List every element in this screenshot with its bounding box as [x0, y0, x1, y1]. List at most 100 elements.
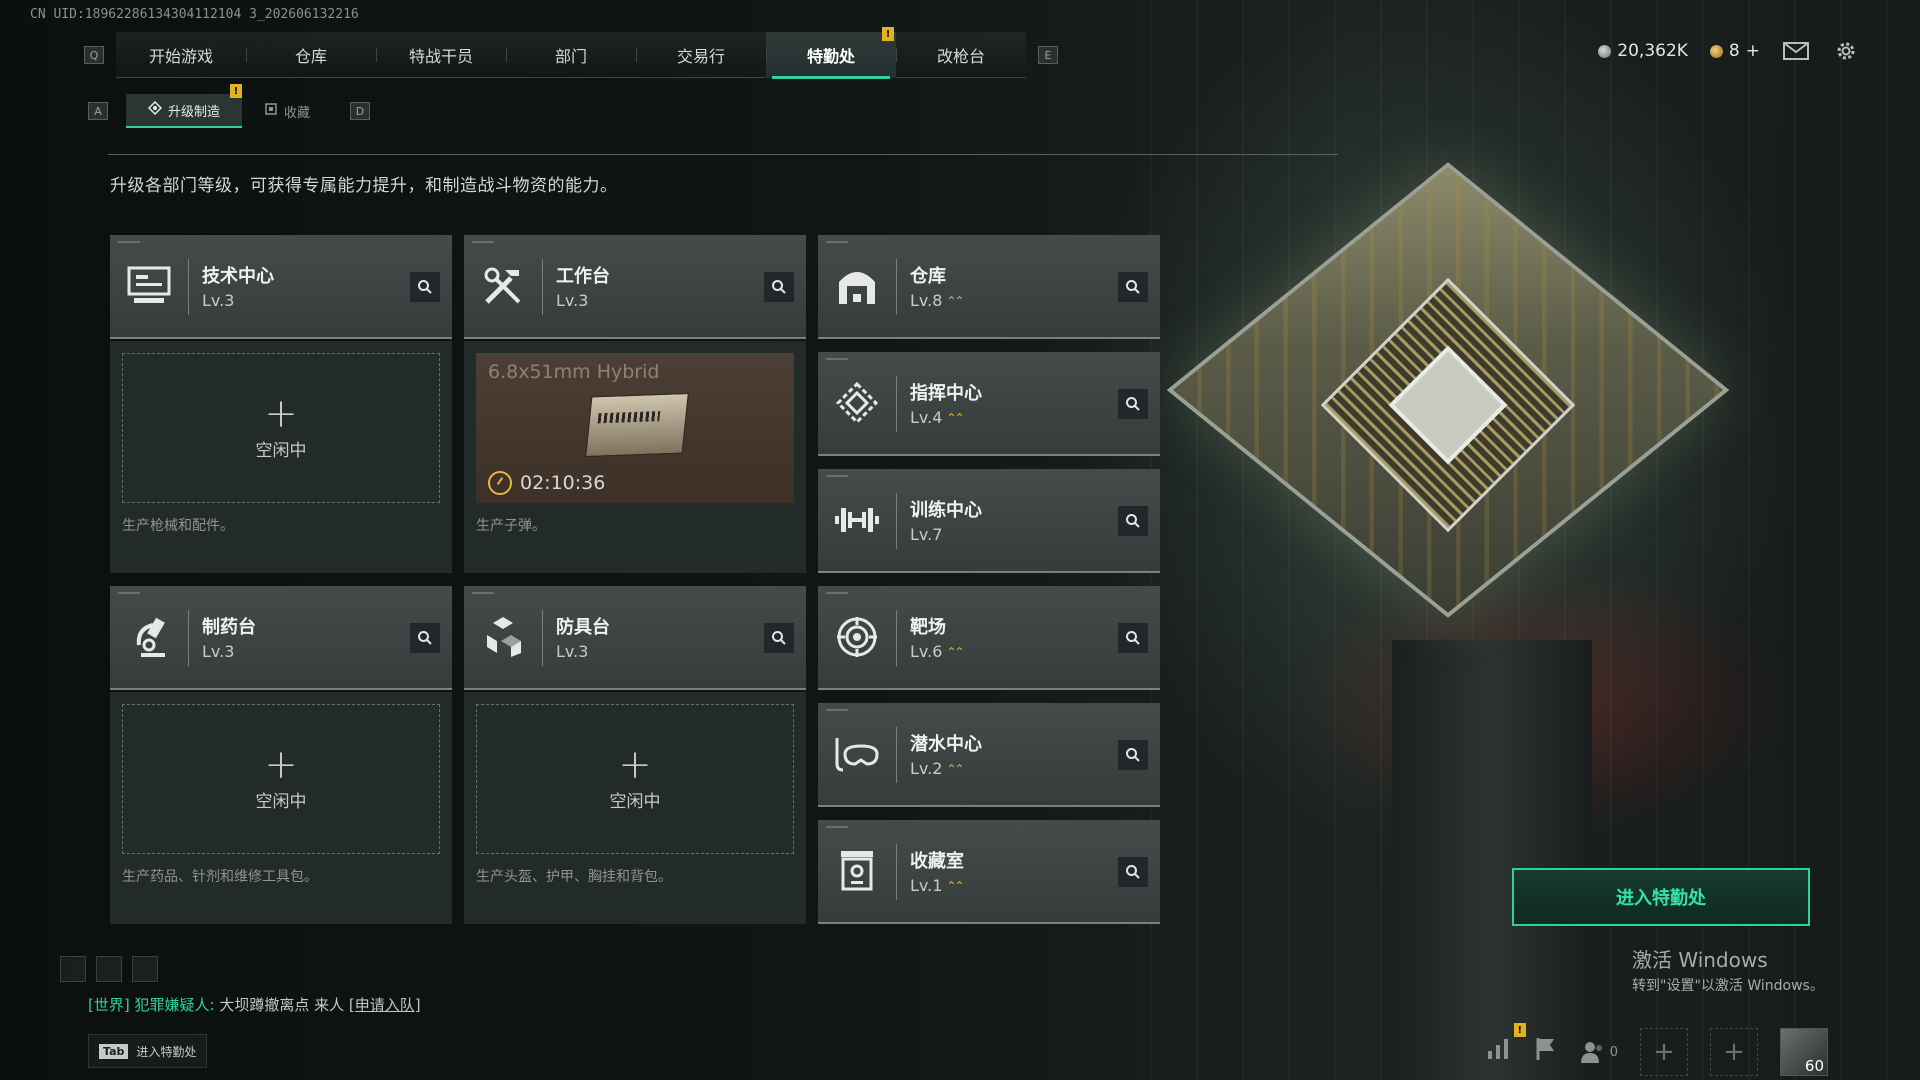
workbench-card-pharmacy[interactable]: 制药台 Lv.3	[110, 586, 452, 690]
idle-status: 空闲中	[255, 791, 307, 812]
chat-sender[interactable]: 犯罪嫌疑人:	[135, 996, 215, 1014]
flag-icon[interactable]	[1534, 1036, 1558, 1068]
silver-amount: 20,362K	[1617, 41, 1688, 61]
search-icon[interactable]	[1118, 272, 1148, 302]
search-icon[interactable]	[1118, 740, 1148, 770]
idle-status: 空闲中	[255, 440, 307, 461]
computer-icon	[124, 261, 174, 311]
idle-production-slot[interactable]: + 空闲中	[476, 704, 794, 854]
settings-gear-icon[interactable]	[1832, 40, 1860, 62]
search-icon[interactable]	[1118, 857, 1148, 887]
tab-start-game[interactable]: 开始游戏	[116, 32, 246, 78]
tab-trade[interactable]: 交易行	[636, 32, 766, 78]
card-corner-mark	[826, 592, 848, 594]
workbench-note: 生产头盔、护甲、胸挂和背包。	[476, 869, 672, 885]
add-gold-button[interactable]: +	[1746, 41, 1760, 61]
workbench-card-armor[interactable]: 防具台 Lv.3	[464, 586, 806, 690]
page-description: 升级各部门等级，可获得专属能力提升，和制造战斗物资的能力。	[110, 176, 618, 196]
add-teammate-button[interactable]: +	[1710, 1028, 1758, 1076]
department-name: 潜水中心	[910, 734, 982, 755]
enter-special-ops-button[interactable]: 进入特勤处	[1512, 868, 1810, 926]
subnav-next-key[interactable]: D	[350, 102, 371, 120]
workbench-name: 防具台	[556, 617, 610, 638]
player-level: 60	[1804, 1057, 1824, 1075]
card-separator	[542, 610, 543, 666]
level-text: Lv.8	[910, 291, 943, 310]
workbench-card-workbench[interactable]: 工作台 Lv.3	[464, 235, 806, 339]
nav-next-key[interactable]: E	[1038, 46, 1058, 64]
tab-operators[interactable]: 特战干员	[376, 32, 506, 78]
search-icon[interactable]	[410, 623, 440, 653]
workbench-note: 生产枪械和配件。	[122, 518, 234, 534]
idle-status: 空闲中	[609, 791, 661, 812]
workbench-slot-armor: + 空闲中 生产头盔、护甲、胸挂和背包。	[464, 692, 806, 924]
card-separator	[896, 376, 897, 432]
search-icon[interactable]	[1118, 623, 1148, 653]
quick-slot[interactable]	[60, 956, 86, 982]
workbench-slot-pharmacy: + 空闲中 生产药品、针剂和维修工具包。	[110, 692, 452, 924]
gold-currency[interactable]: 8 +	[1709, 41, 1760, 61]
upgrade-available-icon: ⌃⌃	[946, 761, 964, 776]
player-avatar[interactable]: 60	[1780, 1028, 1828, 1076]
card-separator	[896, 844, 897, 900]
department-card-collection-room[interactable]: 收藏室 Lv.1 ⌃⌃	[818, 820, 1160, 924]
search-icon[interactable]	[764, 272, 794, 302]
target-icon	[832, 612, 882, 662]
notification-badge: !	[882, 27, 894, 41]
chat-text: 大坝蹲撤离点 来人	[219, 996, 345, 1014]
department-level: Lv.4 ⌃⌃	[910, 408, 965, 427]
department-level: Lv.1 ⌃⌃	[910, 876, 965, 895]
card-separator	[188, 259, 189, 315]
production-in-progress[interactable]: 6.8x51mm Hybrid 02:10:36	[476, 353, 794, 503]
search-icon[interactable]	[1118, 506, 1148, 536]
department-level: Lv.7	[910, 525, 942, 544]
production-timer: 02:10:36	[488, 471, 605, 495]
department-level: Lv.6 ⌃⌃	[910, 642, 965, 661]
collection-icon	[264, 102, 278, 120]
tab-warehouse[interactable]: 仓库	[246, 32, 376, 78]
card-corner-mark	[472, 241, 494, 243]
workbench-slot-tech-center: + 空闲中 生产枪械和配件。	[110, 341, 452, 573]
subnav-prev-key[interactable]: A	[88, 102, 108, 120]
stats-chart-icon[interactable]: !	[1486, 1023, 1526, 1067]
department-card-warehouse[interactable]: 仓库 Lv.8 ⌃⌃	[818, 235, 1160, 339]
department-name: 训练中心	[910, 500, 982, 521]
search-icon[interactable]	[1118, 389, 1148, 419]
tab-gunsmith[interactable]: 改枪台	[896, 32, 1026, 78]
apply-join-link[interactable]: [申请入队]	[349, 996, 421, 1014]
timer-clock-icon	[488, 471, 512, 495]
tab-shortcut-hint[interactable]: Tab 进入特勤处	[88, 1034, 208, 1068]
currency-bar: 20,362K 8 +	[1598, 40, 1860, 62]
workbench-level: Lv.3	[202, 642, 234, 661]
workbench-note: 生产药品、针剂和维修工具包。	[122, 869, 318, 885]
workbench-level: Lv.3	[556, 291, 588, 310]
search-icon[interactable]	[410, 272, 440, 302]
gold-amount: 8	[1728, 41, 1740, 61]
department-card-shooting-range[interactable]: 靶场 Lv.6 ⌃⌃	[818, 586, 1160, 690]
card-separator	[896, 493, 897, 549]
department-name: 指挥中心	[910, 383, 982, 404]
friends-button[interactable]: 0	[1580, 1040, 1618, 1064]
tab-special-ops[interactable]: 特勤处 !	[766, 27, 896, 79]
idle-production-slot[interactable]: + 空闲中	[122, 353, 440, 503]
nav-prev-key[interactable]: Q	[84, 46, 104, 64]
subtab-upgrade-craft[interactable]: 升级制造 !	[126, 84, 243, 128]
level-text: Lv.2	[910, 759, 943, 778]
search-icon[interactable]	[764, 623, 794, 653]
idle-production-slot[interactable]: + 空闲中	[122, 704, 440, 854]
workbench-level: Lv.3	[202, 291, 234, 310]
subtab-collection[interactable]: 收藏	[242, 94, 332, 128]
quick-slot[interactable]	[132, 956, 158, 982]
quick-slot[interactable]	[96, 956, 122, 982]
level-text: Lv.3	[556, 291, 589, 310]
department-card-command-center[interactable]: 指挥中心 Lv.4 ⌃⌃	[818, 352, 1160, 456]
workbench-card-tech-center[interactable]: 技术中心 Lv.3	[110, 235, 452, 339]
department-level: Lv.8 ⌃⌃	[910, 291, 965, 310]
mail-icon[interactable]	[1782, 40, 1810, 62]
add-teammate-button[interactable]: +	[1640, 1028, 1688, 1076]
tab-departments[interactable]: 部门	[506, 32, 636, 78]
department-name: 靶场	[910, 617, 946, 638]
department-card-diving-center[interactable]: 潜水中心 Lv.2 ⌃⌃	[818, 703, 1160, 807]
department-card-training-center[interactable]: 训练中心 Lv.7	[818, 469, 1160, 573]
upgrade-available-icon: ⌃⌃	[946, 293, 964, 308]
